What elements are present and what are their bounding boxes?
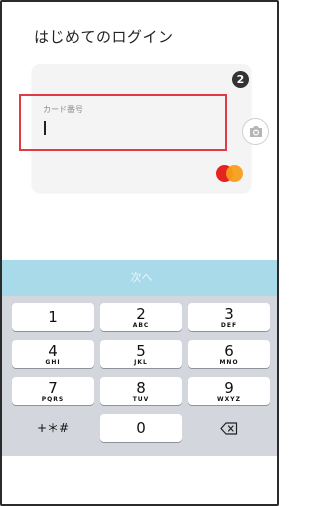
key-letters: WXYZ <box>217 396 241 403</box>
key-4[interactable]: 4 GHI <box>12 340 94 368</box>
camera-scan-button[interactable] <box>242 118 269 145</box>
key-8[interactable]: 8 TUV <box>100 377 182 405</box>
page-title: はじめてのログイン <box>34 28 174 46</box>
key-number: 3 <box>224 305 234 323</box>
key-number: +＊# <box>36 421 70 435</box>
key-2[interactable]: 2 ABC <box>100 303 182 331</box>
key-number: 4 <box>48 342 58 360</box>
key-letters: JKL <box>134 359 148 366</box>
key-number: 7 <box>48 379 58 397</box>
key-letters: TUV <box>132 396 150 403</box>
camera-icon <box>250 126 262 137</box>
card-number-label: カード番号 <box>43 105 83 114</box>
key-1[interactable]: 1 <box>12 303 94 331</box>
mastercard-orange-circle <box>226 165 243 182</box>
text-cursor <box>44 121 46 135</box>
key-number: 2 <box>136 305 146 323</box>
key-letters: ABC <box>132 322 150 329</box>
bottom-area <box>2 456 277 504</box>
step-number-badge: 2 <box>232 71 249 88</box>
key-7[interactable]: 7 PQRS <box>12 377 94 405</box>
phone-screen: はじめてのログイン 2 カード番号 次へ 1 2 ABC 3 DEF 4 GHI… <box>0 0 279 506</box>
key-number: 0 <box>136 419 146 437</box>
key-number: 5 <box>136 342 146 360</box>
key-letters: DEF <box>220 322 238 329</box>
key-symbols[interactable]: +＊# <box>12 414 94 442</box>
next-button[interactable]: 次へ <box>2 260 277 296</box>
numeric-keypad: 1 2 ABC 3 DEF 4 GHI 5 JKL 6 MNO 7 PQRS 8… <box>2 296 277 456</box>
key-number: 6 <box>224 342 234 360</box>
key-3[interactable]: 3 DEF <box>188 303 270 331</box>
key-6[interactable]: 6 MNO <box>188 340 270 368</box>
key-5[interactable]: 5 JKL <box>100 340 182 368</box>
key-letters: MNO <box>219 359 239 366</box>
backspace-icon <box>220 422 238 435</box>
key-letters: PQRS <box>41 396 65 403</box>
key-number: 8 <box>136 379 146 397</box>
card-number-field[interactable]: カード番号 <box>19 94 227 151</box>
key-number: 1 <box>48 308 58 326</box>
mastercard-logo <box>216 165 246 182</box>
key-letters: GHI <box>45 359 61 366</box>
key-9[interactable]: 9 WXYZ <box>188 377 270 405</box>
backspace-key[interactable] <box>188 414 270 442</box>
key-number: 9 <box>224 379 234 397</box>
key-0[interactable]: 0 <box>100 414 182 442</box>
